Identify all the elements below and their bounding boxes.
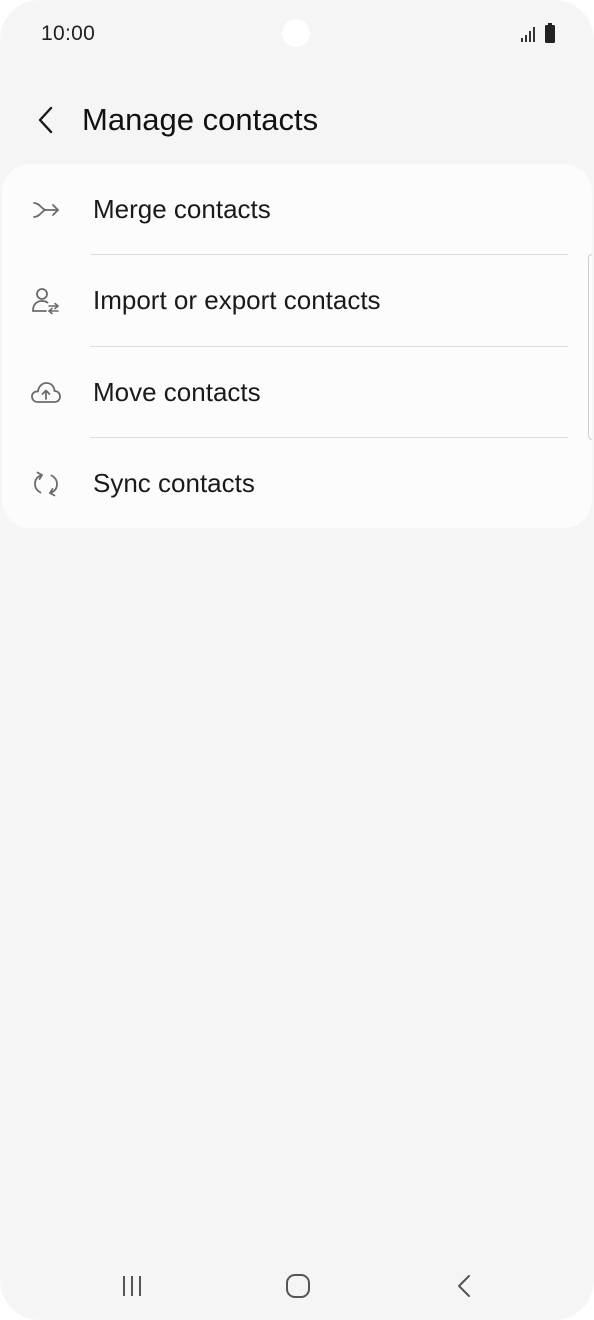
app-header: Manage contacts [0, 88, 594, 152]
scroll-indicator [588, 254, 592, 440]
back-icon [458, 1275, 470, 1297]
menu-card: Merge contacts Import or export contacts [2, 164, 592, 528]
chevron-left-icon [38, 106, 53, 134]
back-button[interactable] [24, 98, 68, 142]
status-time: 10:00 [41, 22, 96, 45]
page-title: Manage contacts [82, 102, 319, 137]
recent-apps-button[interactable] [102, 1264, 162, 1308]
nav-back-button[interactable] [434, 1264, 494, 1308]
home-button[interactable] [268, 1264, 328, 1308]
status-bar: 10:00 [0, 0, 594, 70]
home-icon [286, 1274, 310, 1298]
menu-item-sync-contacts[interactable]: Sync contacts [2, 438, 592, 529]
battery-icon [545, 23, 555, 43]
cloud-upload-icon [30, 377, 62, 409]
menu-item-label: Sync contacts [93, 468, 255, 498]
menu-item-label: Merge contacts [93, 194, 271, 224]
navigation-bar [0, 1258, 594, 1316]
phone-screen: 10:00 Manage contacts Merge contacts Imp… [0, 0, 594, 1320]
person-transfer-icon [30, 285, 62, 317]
recent-apps-icon [123, 1276, 141, 1296]
camera-cutout [282, 19, 310, 47]
menu-item-import-export-contacts[interactable]: Import or export contacts [2, 255, 592, 346]
sync-icon [30, 468, 62, 500]
menu-item-label: Move contacts [93, 377, 261, 407]
merge-icon [30, 194, 62, 226]
status-icons [520, 23, 556, 43]
menu-item-label: Import or export contacts [93, 285, 381, 315]
menu-item-move-contacts[interactable]: Move contacts [2, 347, 592, 438]
signal-icon [521, 27, 535, 42]
menu-item-merge-contacts[interactable]: Merge contacts [2, 164, 592, 255]
